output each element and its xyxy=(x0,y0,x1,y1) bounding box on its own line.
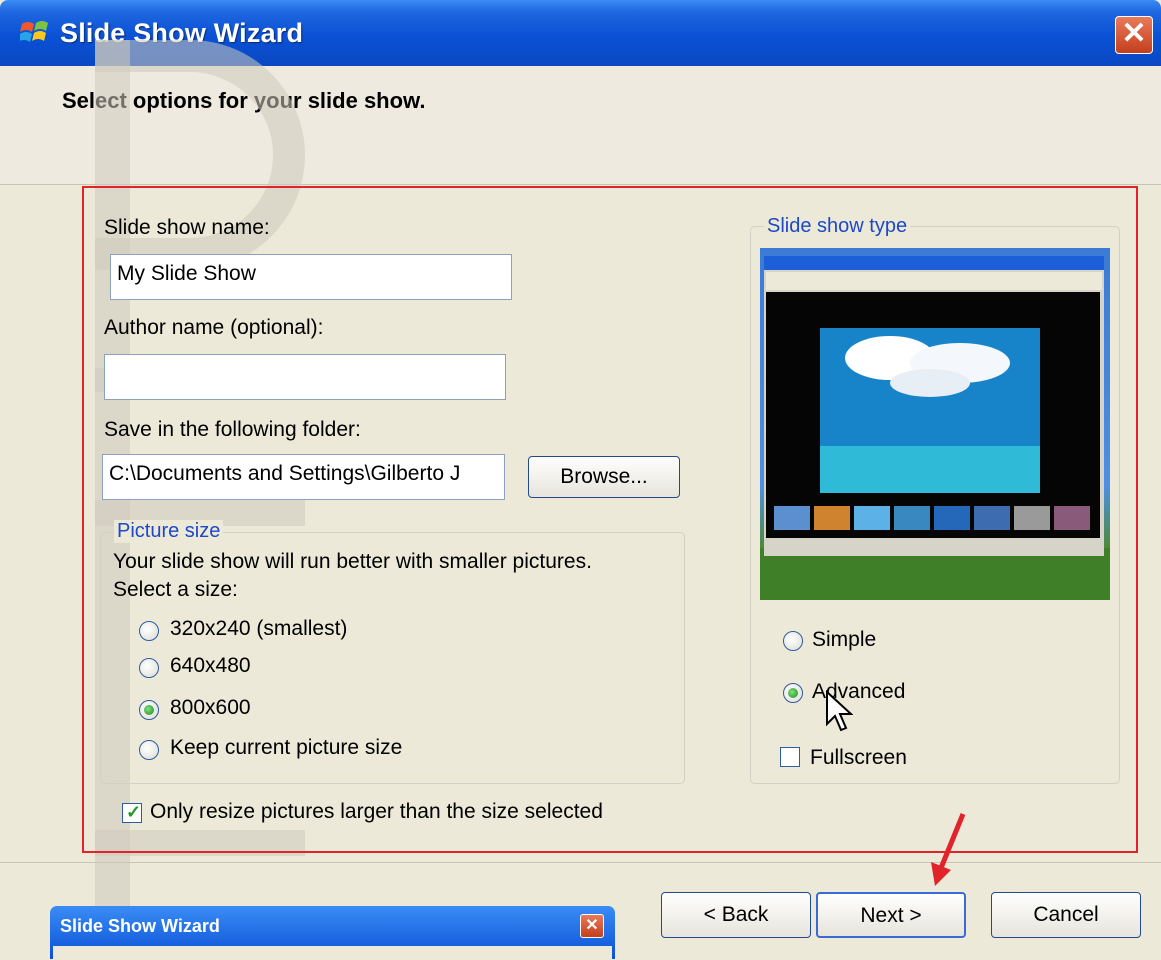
mini-dialog-close-button[interactable]: ✕ xyxy=(580,914,604,938)
slide-show-name-label: Slide show name: xyxy=(104,216,270,239)
picture-size-legend: Picture size xyxy=(114,520,224,543)
next-button[interactable]: Next > xyxy=(816,892,966,938)
checkmark-icon: ✓ xyxy=(126,802,142,822)
preview-screenshot xyxy=(760,256,1110,600)
save-folder-label: Save in the following folder: xyxy=(104,418,361,441)
size-keep-current-label[interactable]: Keep current picture size xyxy=(170,736,402,760)
slide-show-name-input[interactable]: My Slide Show xyxy=(110,254,512,300)
type-simple-radio[interactable] xyxy=(783,631,803,651)
mini-dialog-window: Slide Show Wizard ✕ xyxy=(50,906,615,959)
picture-size-description: Your slide show will run better with sma… xyxy=(113,550,592,573)
size-640-label[interactable]: 640x480 xyxy=(170,654,251,678)
slide-show-preview-image xyxy=(760,248,1110,600)
author-name-input[interactable] xyxy=(104,354,506,400)
size-keep-current-radio[interactable] xyxy=(139,740,159,760)
mini-dialog-body xyxy=(53,946,612,959)
type-simple-label[interactable]: Simple xyxy=(812,628,876,652)
size-800-label[interactable]: 800x600 xyxy=(170,696,251,720)
resize-larger-label[interactable]: Only resize pictures larger than the siz… xyxy=(150,800,603,824)
close-icon: ✕ xyxy=(1121,17,1147,50)
select-size-prompt: Select a size: xyxy=(113,578,238,601)
close-button[interactable]: ✕ xyxy=(1115,16,1153,54)
browse-button[interactable]: Browse... xyxy=(528,456,680,498)
save-folder-input[interactable]: C:\Documents and Settings\Gilberto J xyxy=(102,454,505,500)
size-320-label[interactable]: 320x240 (smallest) xyxy=(170,617,347,641)
size-800-radio[interactable] xyxy=(139,700,159,720)
mouse-cursor-icon xyxy=(826,690,853,732)
close-icon: ✕ xyxy=(585,917,599,934)
fullscreen-checkbox[interactable] xyxy=(780,747,800,767)
red-arrow-icon xyxy=(931,813,966,886)
slide-show-type-legend: Slide show type xyxy=(764,215,911,238)
size-320-radio[interactable] xyxy=(139,621,159,641)
back-button[interactable]: < Back xyxy=(661,892,811,938)
fullscreen-label[interactable]: Fullscreen xyxy=(810,746,907,770)
cancel-button[interactable]: Cancel xyxy=(991,892,1141,938)
size-640-radio[interactable] xyxy=(139,658,159,678)
resize-larger-checkbox[interactable]: ✓ xyxy=(122,802,142,823)
type-advanced-radio[interactable] xyxy=(783,683,803,703)
windows-logo-icon xyxy=(20,21,48,42)
author-name-label: Author name (optional): xyxy=(104,316,324,339)
mini-dialog-title: Slide Show Wizard xyxy=(60,916,220,936)
